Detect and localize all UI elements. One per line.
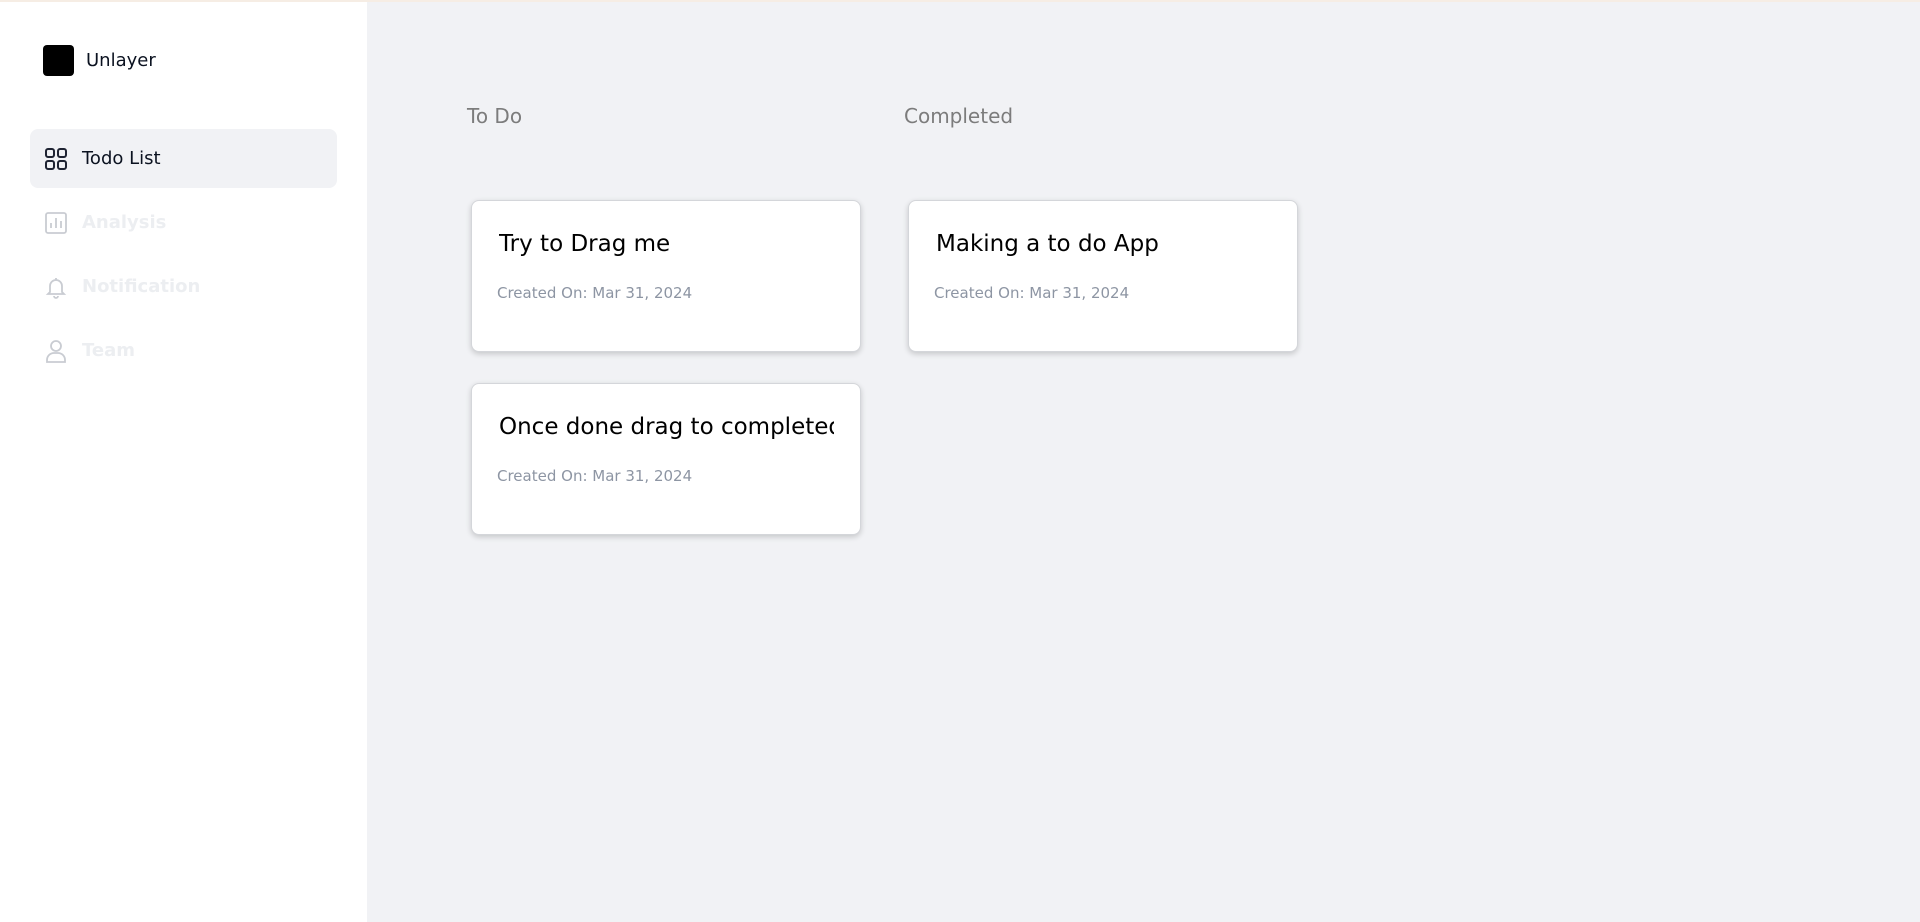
card-created-date: Created On: Mar 31, 2024 <box>934 284 1130 302</box>
sidebar-item-analysis[interactable]: Analysis <box>30 193 337 252</box>
card-title: Making a to do App <box>936 231 1159 257</box>
sidebar-item-label: Notification <box>82 276 201 297</box>
brand-name: Unlayer <box>86 50 156 71</box>
sidebar-item-team[interactable]: Team <box>30 321 337 380</box>
completed-card[interactable]: Making a to do App Created On: Mar 31, 2… <box>908 200 1298 352</box>
sidebar: Unlayer Todo List Analysis Notification … <box>0 2 367 922</box>
chart-icon <box>44 211 68 235</box>
user-icon <box>44 339 68 363</box>
sidebar-item-label: Team <box>82 340 135 361</box>
brand[interactable]: Unlayer <box>43 45 156 76</box>
sidebar-nav: Todo List Analysis Notification Team <box>30 129 337 385</box>
sidebar-item-label: Todo List <box>82 148 161 169</box>
column-title-todo: To Do <box>467 104 523 128</box>
bell-icon <box>44 275 68 299</box>
grid-icon <box>44 147 68 171</box>
todo-card[interactable]: Try to Drag me Created On: Mar 31, 2024 <box>471 200 861 352</box>
card-title: Once done drag to completed <box>499 414 834 440</box>
brand-logo <box>43 45 74 76</box>
card-title: Try to Drag me <box>499 231 671 257</box>
sidebar-item-notification[interactable]: Notification <box>30 257 337 316</box>
card-created-date: Created On: Mar 31, 2024 <box>497 467 693 485</box>
card-created-date: Created On: Mar 31, 2024 <box>497 284 693 302</box>
sidebar-item-label: Analysis <box>82 212 167 233</box>
column-title-completed: Completed <box>904 104 1014 128</box>
todo-card[interactable]: Once done drag to completed Created On: … <box>471 383 861 535</box>
sidebar-item-todo-list[interactable]: Todo List <box>30 129 337 188</box>
